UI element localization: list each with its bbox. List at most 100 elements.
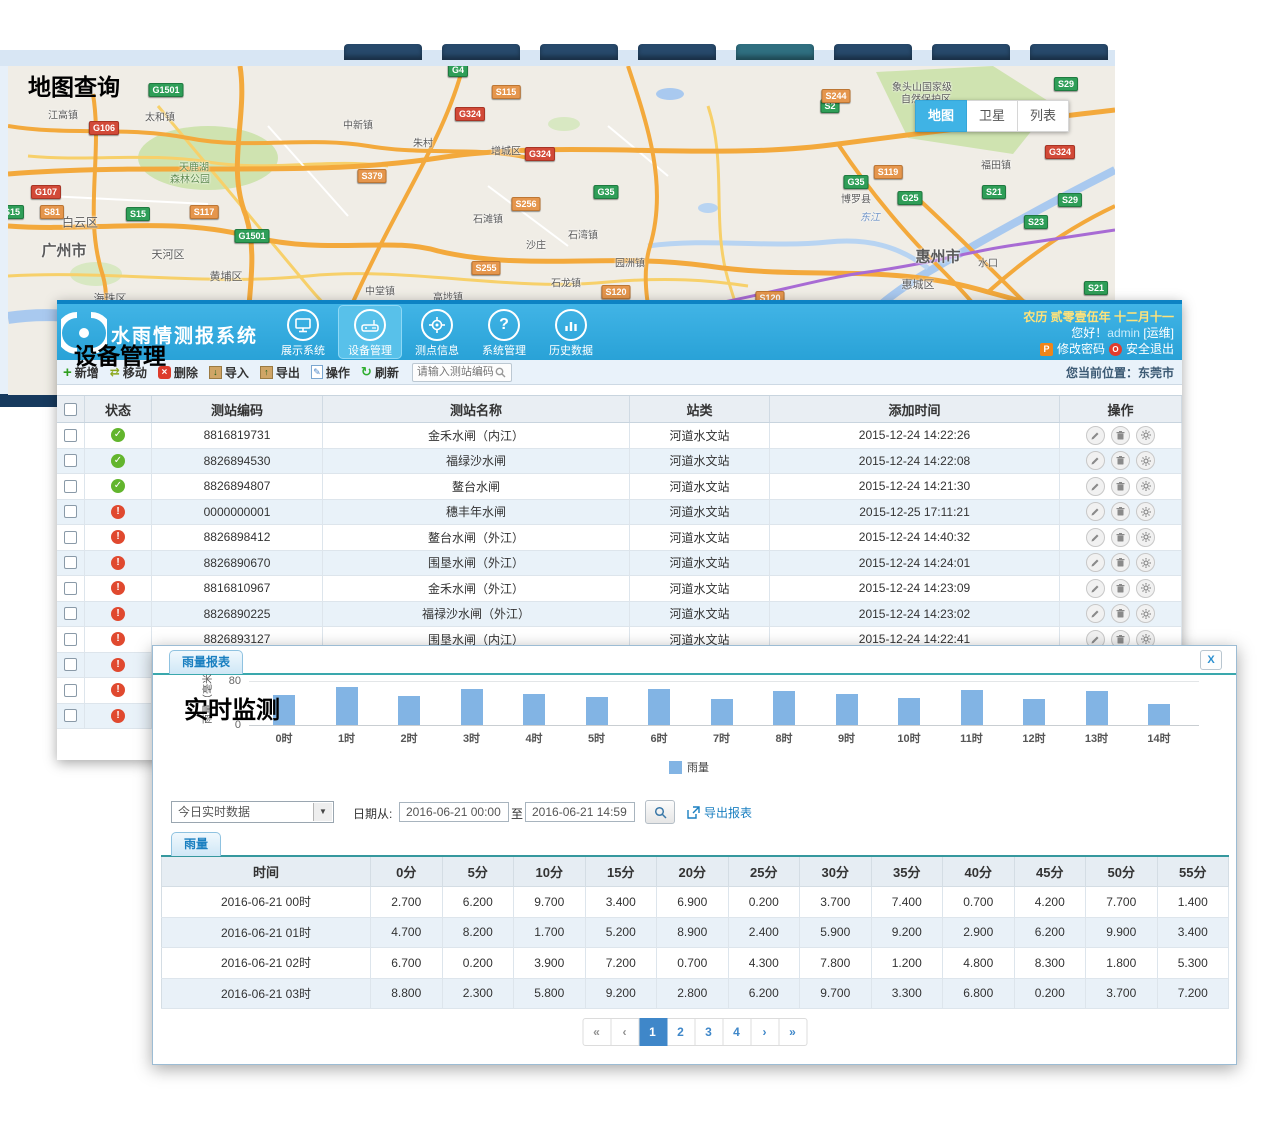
station-search[interactable]	[412, 363, 512, 382]
date-to-input[interactable]	[525, 802, 635, 822]
monitor-icon	[287, 309, 319, 341]
rain-value-cell: 7.700	[1086, 887, 1158, 917]
toolbar-export-button[interactable]: ↑导出	[260, 364, 300, 381]
road-badge: G1501	[234, 229, 269, 243]
rain-value-cell: 2.900	[943, 918, 1015, 948]
page-button[interactable]: 3	[695, 1018, 723, 1046]
page-button[interactable]: 2	[667, 1018, 695, 1046]
nav-label: 测点信息	[405, 342, 469, 358]
pager-first[interactable]: «	[582, 1018, 611, 1046]
checkbox-cell	[57, 704, 85, 729]
toolbar-import-button[interactable]: ↓导入	[209, 364, 249, 381]
road-badge: G1501	[148, 83, 183, 97]
page-button[interactable]: 4	[723, 1018, 751, 1046]
logout-link[interactable]: 安全退出	[1126, 341, 1174, 357]
edit-button[interactable]	[1086, 604, 1105, 623]
select-all-checkbox[interactable]	[64, 403, 77, 416]
map-place-label: 黄埔区	[210, 268, 243, 284]
tab-rain-report[interactable]: 雨量报表	[169, 650, 243, 674]
delete-button[interactable]	[1111, 477, 1130, 496]
chart-baseline	[249, 725, 1199, 726]
edit-button[interactable]	[1086, 502, 1105, 521]
export-label: 导出报表	[704, 804, 752, 821]
search-icon[interactable]	[495, 367, 506, 378]
delete-button[interactable]	[1111, 502, 1130, 521]
chart-x-tick: 5时	[575, 730, 619, 746]
rain-value-cell: 1.200	[872, 948, 944, 978]
toolbar-operate-button[interactable]: ✎操作	[311, 364, 350, 381]
password-icon: P	[1040, 343, 1053, 356]
row-checkbox[interactable]	[64, 454, 77, 467]
map-type-button-0[interactable]: 地图	[915, 100, 967, 132]
change-password-link[interactable]: 修改密码	[1057, 341, 1105, 357]
background-tab	[932, 44, 1010, 60]
operations-cell	[1060, 474, 1182, 499]
nav-chart[interactable]: 历史数据	[539, 305, 603, 359]
status-ok-icon: ✓	[111, 479, 125, 493]
settings-button[interactable]	[1136, 502, 1155, 521]
import-icon: ↓	[209, 366, 222, 379]
date-from-input[interactable]	[399, 802, 509, 822]
nav-target[interactable]: 测点信息	[405, 305, 469, 359]
delete-button[interactable]	[1111, 426, 1130, 445]
station-time-cell: 2015-12-25 17:11:21	[770, 500, 1060, 525]
settings-button[interactable]	[1136, 451, 1155, 470]
settings-button[interactable]	[1136, 604, 1155, 623]
row-checkbox[interactable]	[64, 658, 77, 671]
nav-monitor[interactable]: 展示系统	[271, 305, 335, 359]
pager-prev[interactable]: ‹	[611, 1018, 639, 1046]
map-type-button-2[interactable]: 列表	[1018, 100, 1069, 132]
map-type-button-1[interactable]: 卫星	[967, 100, 1018, 132]
settings-button[interactable]	[1136, 477, 1155, 496]
range-select[interactable]: 今日实时数据 ▼	[171, 801, 334, 823]
delete-button[interactable]	[1111, 553, 1130, 572]
chart-bar	[648, 689, 670, 725]
page-button[interactable]: 1	[639, 1018, 667, 1046]
query-button[interactable]	[645, 800, 675, 824]
close-button[interactable]: X	[1200, 650, 1222, 670]
tab-rain[interactable]: 雨量	[171, 832, 221, 856]
toolbar-refresh-button[interactable]: ↻刷新	[361, 364, 399, 381]
row-checkbox[interactable]	[64, 684, 77, 697]
settings-button[interactable]	[1136, 426, 1155, 445]
rain-value-cell: 9.900	[1086, 918, 1158, 948]
row-checkbox[interactable]	[64, 531, 77, 544]
edit-button[interactable]	[1086, 528, 1105, 547]
rain-value-cell: 3.900	[514, 948, 586, 978]
map-place-label: 白云区	[62, 214, 98, 231]
delete-button[interactable]	[1111, 451, 1130, 470]
legend-label: 雨量	[687, 759, 709, 775]
row-checkbox[interactable]	[64, 633, 77, 646]
row-checkbox[interactable]	[64, 607, 77, 620]
rain-value-cell: 4.300	[729, 948, 801, 978]
status-cell: !	[85, 576, 152, 601]
settings-button[interactable]	[1136, 553, 1155, 572]
row-checkbox[interactable]	[64, 582, 77, 595]
operations-cell	[1060, 423, 1182, 448]
edit-button[interactable]	[1086, 426, 1105, 445]
export-report-link[interactable]: 导出报表	[687, 804, 752, 821]
row-checkbox[interactable]	[64, 429, 77, 442]
nav-device[interactable]: 设备管理	[338, 305, 402, 359]
edit-button[interactable]	[1086, 579, 1105, 598]
row-checkbox[interactable]	[64, 556, 77, 569]
row-checkbox[interactable]	[64, 709, 77, 722]
pager-next[interactable]: ›	[751, 1018, 779, 1046]
station-code-cell: 0000000001	[152, 500, 323, 525]
pager-last[interactable]: »	[779, 1018, 807, 1046]
delete-button[interactable]	[1111, 604, 1130, 623]
row-checkbox[interactable]	[64, 480, 77, 493]
delete-button[interactable]	[1111, 579, 1130, 598]
edit-button[interactable]	[1086, 477, 1105, 496]
chart-bar	[1086, 691, 1108, 725]
edit-button[interactable]	[1086, 451, 1105, 470]
edit-button[interactable]	[1086, 553, 1105, 572]
chevron-down-icon[interactable]: ▼	[313, 803, 332, 821]
delete-button[interactable]	[1111, 528, 1130, 547]
nav-help[interactable]: ?系统管理	[472, 305, 536, 359]
station-search-input[interactable]	[413, 365, 495, 379]
status-alert-icon: !	[111, 683, 125, 697]
settings-button[interactable]	[1136, 528, 1155, 547]
settings-button[interactable]	[1136, 579, 1155, 598]
row-checkbox[interactable]	[64, 505, 77, 518]
